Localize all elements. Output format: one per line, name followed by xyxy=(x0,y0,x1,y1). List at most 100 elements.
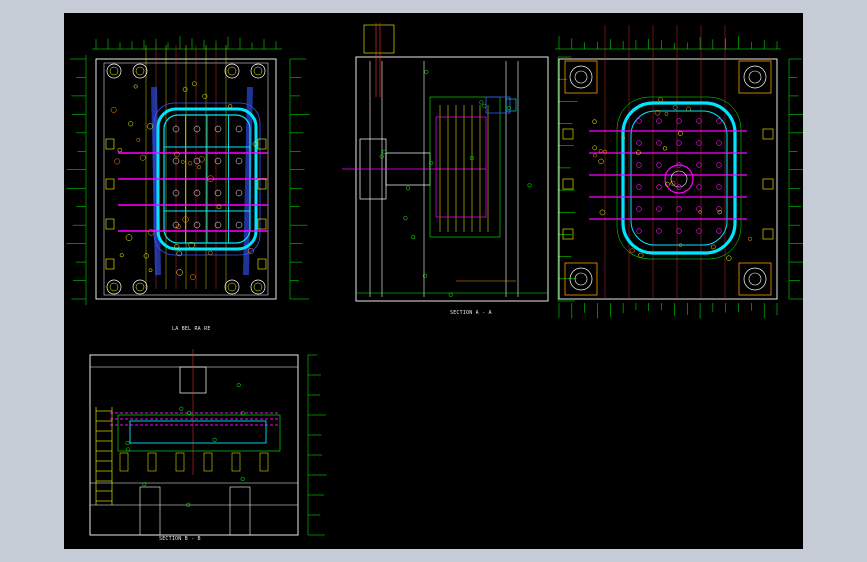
hole xyxy=(148,268,153,273)
ejector-pin xyxy=(676,228,682,234)
guide-bushing xyxy=(743,267,767,291)
bolt-shank xyxy=(135,282,145,292)
ejector-pin xyxy=(696,184,702,190)
ejector-pin xyxy=(235,157,243,165)
hole xyxy=(189,274,196,280)
ejector-pin xyxy=(193,221,201,229)
guide-pin xyxy=(748,70,762,84)
hole xyxy=(658,97,664,103)
hole xyxy=(629,248,635,254)
callout-bubble xyxy=(405,186,411,191)
side-lug xyxy=(257,258,267,270)
side-lug xyxy=(257,138,267,150)
hole xyxy=(133,84,138,89)
section-a-caption: SECTION A - A xyxy=(450,310,492,316)
side-lug xyxy=(105,138,115,150)
side-lug xyxy=(762,128,774,140)
callout-bubble xyxy=(403,216,408,221)
cavity-section xyxy=(117,414,281,452)
callout-bubble xyxy=(527,183,532,188)
hole xyxy=(208,250,213,256)
ejector-pin xyxy=(259,452,269,472)
bolt-head xyxy=(250,63,266,79)
hole xyxy=(599,209,606,216)
hole xyxy=(188,161,193,166)
plan-view-caption: LA BEL RA RE xyxy=(172,326,211,332)
callout-bubble xyxy=(179,406,184,411)
hole xyxy=(143,253,149,259)
bolt-shank xyxy=(109,66,119,76)
ejector-pin xyxy=(636,162,642,168)
hole xyxy=(117,147,122,153)
ejector-pin xyxy=(636,140,642,146)
center-hub xyxy=(664,164,694,194)
hole xyxy=(710,244,716,250)
ejector-pin xyxy=(231,452,241,472)
hole xyxy=(592,145,597,151)
ejector-pin xyxy=(656,184,662,190)
ejector-pin xyxy=(696,140,702,146)
guide-bushing xyxy=(569,65,593,89)
ejector-pin xyxy=(676,118,682,124)
bolt-head xyxy=(132,279,148,295)
section-a-outline xyxy=(355,56,549,302)
hole xyxy=(598,158,604,165)
bolt-shank xyxy=(109,282,119,292)
side-lug xyxy=(762,228,774,240)
ejector-pin xyxy=(676,206,682,212)
hole xyxy=(638,252,644,259)
top-feature xyxy=(363,24,395,54)
ejector-pin xyxy=(676,140,682,146)
cavity-outline xyxy=(621,101,737,255)
callout-bubble xyxy=(212,437,217,442)
hole xyxy=(176,269,183,276)
ejector-pin xyxy=(656,140,662,146)
callout-bubble xyxy=(411,235,416,240)
side-lug xyxy=(105,258,115,270)
callout-bubble xyxy=(382,149,387,154)
ejector-pin xyxy=(636,184,642,190)
side-lug xyxy=(105,218,115,230)
hole xyxy=(670,180,676,186)
hole xyxy=(136,137,141,142)
cad-drawing-viewport[interactable]: LA BEL RA RE SECTION A - A SECTION B - B xyxy=(64,13,803,549)
ejector-pin xyxy=(716,184,722,190)
hole xyxy=(598,149,603,154)
water-fitting xyxy=(485,96,511,114)
guide-pin xyxy=(574,272,588,286)
callout-bubble xyxy=(424,69,429,75)
callout-bubble xyxy=(236,382,241,388)
hole xyxy=(662,146,668,151)
ejector-pin xyxy=(636,228,642,234)
support-pillar xyxy=(139,486,161,536)
hole xyxy=(180,160,185,164)
side-lug xyxy=(562,228,574,240)
hole xyxy=(191,81,197,87)
ejector-pin xyxy=(636,206,642,212)
hole xyxy=(592,119,597,124)
bolt-shank xyxy=(227,282,237,292)
bolt-head xyxy=(106,279,122,295)
bolt-head xyxy=(106,63,122,79)
support-pillar xyxy=(229,486,251,536)
side-lug xyxy=(562,178,574,190)
hole xyxy=(125,234,133,241)
hole xyxy=(664,112,669,116)
hole xyxy=(748,236,753,241)
ejector-frame xyxy=(429,96,501,238)
hole xyxy=(592,153,597,158)
side-lug xyxy=(562,128,574,140)
bolt-head xyxy=(224,63,240,79)
ejector-pin xyxy=(193,189,201,197)
ejector-pin xyxy=(716,140,722,146)
guide-bushing xyxy=(743,65,767,89)
hole xyxy=(139,154,146,161)
ejector-pin xyxy=(193,125,201,133)
ejector-pin xyxy=(636,118,642,124)
section-plate-lines xyxy=(369,61,519,297)
ejector-pin xyxy=(716,228,722,234)
ejector-pin xyxy=(656,162,662,168)
ejector-pin xyxy=(235,189,243,197)
hole xyxy=(114,158,121,165)
side-lug xyxy=(105,178,115,190)
